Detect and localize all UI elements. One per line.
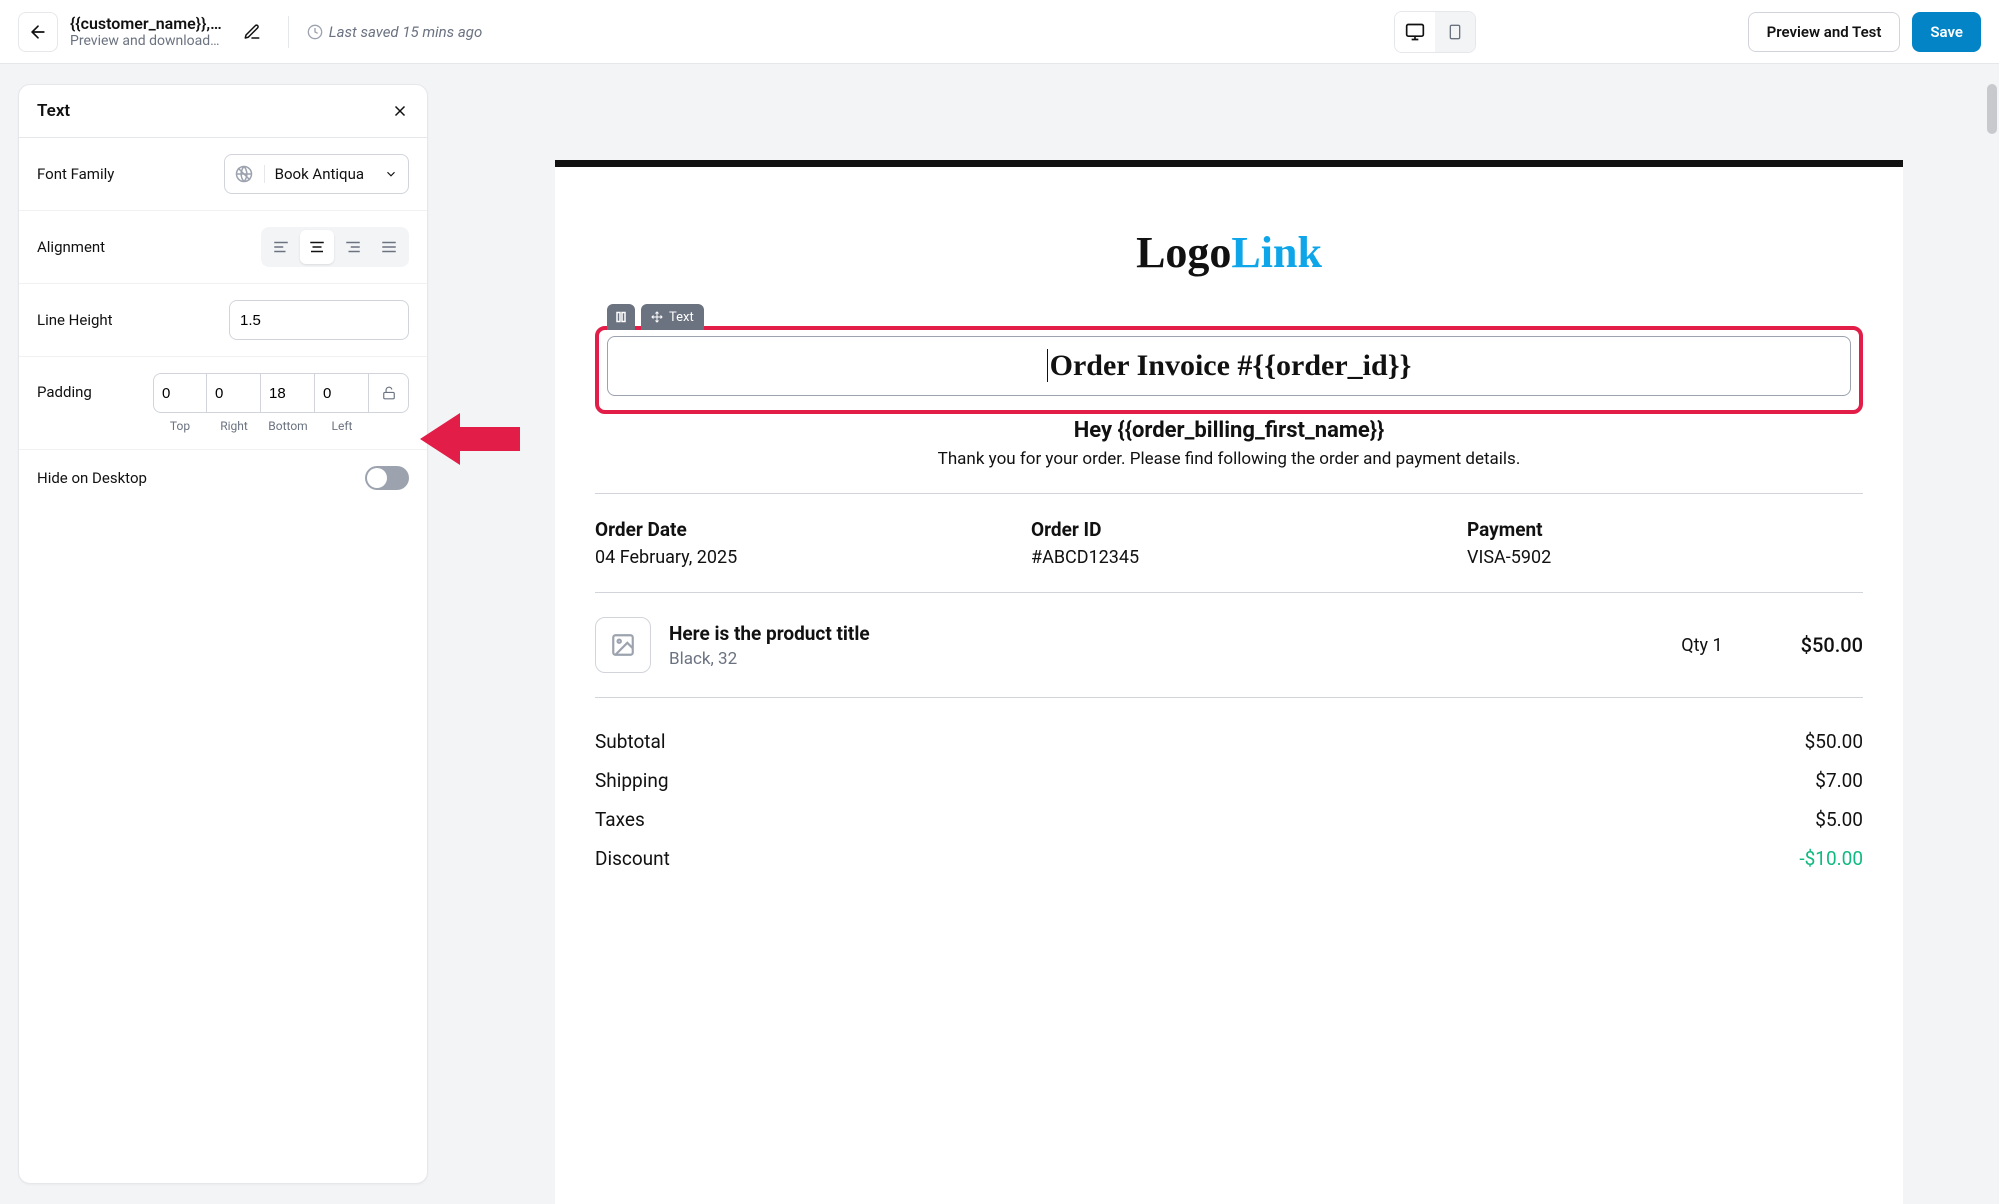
font-family-label: Font Family <box>37 165 114 183</box>
font-family-select[interactable]: Book Antiqua <box>224 154 409 194</box>
last-saved: Last saved 15 mins ago <box>307 23 483 41</box>
padding-top-input[interactable] <box>153 373 207 413</box>
alignment-group <box>261 227 409 267</box>
padding-right-input[interactable] <box>207 373 261 413</box>
mobile-view-button[interactable] <box>1435 12 1475 52</box>
logo: LogoLink <box>595 227 1863 278</box>
divider <box>595 493 1863 494</box>
totals: Subtotal$50.00 Shipping$7.00 Taxes$5.00 … <box>595 722 1863 878</box>
line-height-label: Line Height <box>37 311 113 329</box>
divider <box>595 697 1863 698</box>
desktop-view-button[interactable] <box>1395 12 1435 52</box>
scrollbar[interactable] <box>1987 84 1997 134</box>
callout-arrow-icon <box>420 409 520 469</box>
product-row: Here is the product title Black, 32 Qty … <box>595 617 1863 673</box>
columns-icon <box>615 310 627 324</box>
taxes-label: Taxes <box>595 808 645 831</box>
move-icon <box>651 311 663 323</box>
discount-value: -$10.00 <box>1799 847 1863 870</box>
back-button[interactable] <box>18 12 58 52</box>
panel-close-button[interactable] <box>391 102 409 120</box>
padding-right-label: Right <box>207 419 261 433</box>
product-thumbnail <box>595 617 651 673</box>
top-bar: {{customer_name}},… Preview and download… <box>0 0 1999 64</box>
unlock-icon <box>382 386 396 400</box>
arrow-left-icon <box>28 22 48 42</box>
order-date-value: 04 February, 2025 <box>595 547 991 568</box>
padding-bottom-input[interactable] <box>261 373 315 413</box>
padding-bottom-label: Bottom <box>261 419 315 433</box>
payment-label: Payment <box>1467 518 1863 541</box>
align-center-icon <box>308 238 326 256</box>
greeting-subtext[interactable]: Thank you for your order. Please find fo… <box>595 449 1863 469</box>
align-left-button[interactable] <box>264 230 298 264</box>
canvas-top-stripe <box>555 160 1903 167</box>
payment-value: VISA-5902 <box>1467 547 1863 568</box>
order-id-label: Order ID <box>1031 518 1427 541</box>
padding-left-input[interactable] <box>315 373 369 413</box>
product-price: $50.00 <box>1801 633 1863 657</box>
close-icon <box>391 102 409 120</box>
desktop-icon <box>1405 22 1425 42</box>
divider <box>595 592 1863 593</box>
selected-text-block[interactable]: Text Order Invoice #{{order_id}} <box>595 326 1863 414</box>
preview-test-button[interactable]: Preview and Test <box>1748 12 1901 52</box>
align-right-icon <box>344 238 362 256</box>
product-variant: Black, 32 <box>669 649 1663 669</box>
heading-text[interactable]: Order Invoice #{{order_id}} <box>607 336 1851 396</box>
properties-panel: Text Font Family Book Antiqua Alignment <box>18 84 428 1184</box>
subtotal-label: Subtotal <box>595 730 665 753</box>
taxes-value: $5.00 <box>1815 808 1863 831</box>
separator <box>288 16 289 48</box>
hide-desktop-label: Hide on Desktop <box>37 469 147 487</box>
block-type-badge[interactable] <box>607 304 635 330</box>
pencil-icon <box>243 23 261 41</box>
align-center-button[interactable] <box>300 230 334 264</box>
alignment-label: Alignment <box>37 238 105 256</box>
align-justify-button[interactable] <box>372 230 406 264</box>
greeting-text[interactable]: Hey {{order_billing_first_name}} <box>595 418 1863 443</box>
globe-icon <box>235 165 253 183</box>
mobile-icon <box>1447 22 1463 42</box>
page-subtitle: Preview and download… <box>70 33 222 50</box>
clock-icon <box>307 24 323 40</box>
order-meta: Order Date 04 February, 2025 Order ID #A… <box>595 518 1863 568</box>
device-toggle <box>1394 11 1476 53</box>
block-label-badge[interactable]: Text <box>641 304 704 330</box>
product-title: Here is the product title <box>669 622 1663 645</box>
padding-left-label: Left <box>315 419 369 433</box>
subtotal-value: $50.00 <box>1805 730 1863 753</box>
save-button[interactable]: Save <box>1912 12 1981 52</box>
align-left-icon <box>272 238 290 256</box>
image-icon <box>610 632 636 658</box>
shipping-label: Shipping <box>595 769 669 792</box>
chevron-down-icon <box>384 167 398 181</box>
padding-top-label: Top <box>153 419 207 433</box>
product-qty: Qty 1 <box>1681 635 1722 656</box>
rename-button[interactable] <box>234 14 270 50</box>
order-id-value: #ABCD12345 <box>1031 547 1427 568</box>
align-right-button[interactable] <box>336 230 370 264</box>
padding-lock-button[interactable] <box>369 373 409 413</box>
padding-label: Padding <box>37 373 92 401</box>
order-date-label: Order Date <box>595 518 991 541</box>
align-justify-icon <box>380 238 398 256</box>
email-canvas[interactable]: LogoLink Text Order Invoice #{{order_id}… <box>555 160 1903 1204</box>
page-title: {{customer_name}},… <box>70 14 222 33</box>
hide-desktop-toggle[interactable] <box>365 466 409 490</box>
shipping-value: $7.00 <box>1815 769 1863 792</box>
panel-title: Text <box>37 101 70 121</box>
line-height-input[interactable] <box>229 300 409 340</box>
discount-label: Discount <box>595 847 670 870</box>
